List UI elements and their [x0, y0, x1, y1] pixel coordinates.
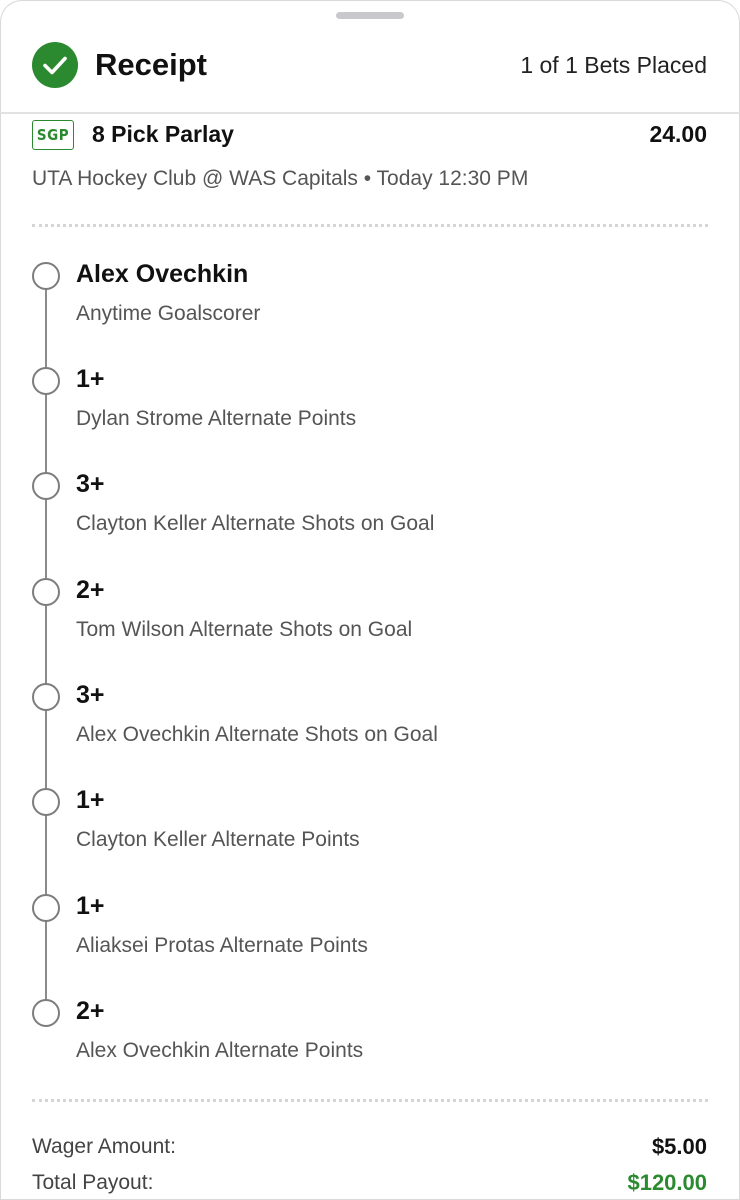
- total-payout-value: $120.00: [627, 1170, 707, 1195]
- bets-placed-count: 1 of 1 Bets Placed: [520, 52, 707, 78]
- wager-amount-label: Wager Amount:: [32, 1135, 176, 1158]
- leg-market: Clayton Keller Alternate Shots on Goal: [76, 512, 435, 535]
- leg-market: Anytime Goalscorer: [76, 302, 261, 325]
- leg-status-circle-icon: [32, 367, 60, 395]
- leg-market: Aliaksei Protas Alternate Points: [76, 934, 368, 957]
- leg-selection: 1+: [76, 786, 105, 814]
- check-circle-icon: [32, 42, 78, 88]
- wager-amount-value: $5.00: [651, 1134, 707, 1159]
- leg-market: Tom Wilson Alternate Shots on Goal: [76, 618, 413, 641]
- header-divider: [0, 112, 740, 114]
- leg-selection: 3+: [76, 681, 105, 709]
- leg-status-circle-icon: [32, 472, 60, 500]
- leg-selection: 2+: [76, 576, 105, 604]
- leg-market: Clayton Keller Alternate Points: [76, 828, 360, 851]
- dotted-divider-bottom: [32, 1099, 708, 1102]
- event-info: UTA Hockey Club @ WAS Capitals • Today 1…: [32, 167, 529, 190]
- receipt-title: Receipt: [95, 47, 207, 82]
- leg-selection: 3+: [76, 470, 105, 498]
- leg-selection: 1+: [76, 365, 105, 393]
- leg-selection: Alex Ovechkin: [76, 260, 249, 288]
- parlay-leg: 3+ Alex Ovechkin Alternate Shots on Goal: [0, 681, 740, 771]
- parlay-leg: 3+ Clayton Keller Alternate Shots on Goa…: [0, 470, 740, 560]
- parlay-leg: Alex Ovechkin Anytime Goalscorer: [0, 260, 740, 350]
- leg-status-circle-icon: [32, 262, 60, 290]
- leg-status-circle-icon: [32, 894, 60, 922]
- leg-market: Dylan Strome Alternate Points: [76, 407, 357, 430]
- parlay-leg: 2+ Alex Ovechkin Alternate Points: [0, 997, 740, 1087]
- total-payout-label: Total Payout:: [32, 1171, 154, 1194]
- parlay-leg: 1+ Aliaksei Protas Alternate Points: [0, 892, 740, 982]
- parlay-leg: 1+ Clayton Keller Alternate Points: [0, 786, 740, 876]
- leg-status-circle-icon: [32, 578, 60, 606]
- sgp-badge: SGP: [32, 120, 74, 150]
- parlay-leg: 2+ Tom Wilson Alternate Shots on Goal: [0, 576, 740, 666]
- parlay-leg: 1+ Dylan Strome Alternate Points: [0, 365, 740, 455]
- leg-market: Alex Ovechkin Alternate Shots on Goal: [76, 723, 438, 746]
- leg-status-circle-icon: [32, 999, 60, 1027]
- bet-receipt-sheet: Receipt 1 of 1 Bets Placed SGP 8 Pick Pa…: [0, 0, 740, 1200]
- leg-status-circle-icon: [32, 683, 60, 711]
- leg-status-circle-icon: [32, 788, 60, 816]
- parlay-odds: 24.00: [649, 121, 707, 147]
- parlay-title: 8 Pick Parlay: [92, 121, 234, 147]
- leg-market: Alex Ovechkin Alternate Points: [76, 1039, 364, 1062]
- receipt-header: Receipt 1 of 1 Bets Placed: [0, 40, 740, 112]
- dotted-divider-top: [32, 224, 708, 227]
- leg-selection: 2+: [76, 997, 105, 1025]
- leg-selection: 1+: [76, 892, 105, 920]
- sheet-grabber-handle[interactable]: [336, 12, 404, 19]
